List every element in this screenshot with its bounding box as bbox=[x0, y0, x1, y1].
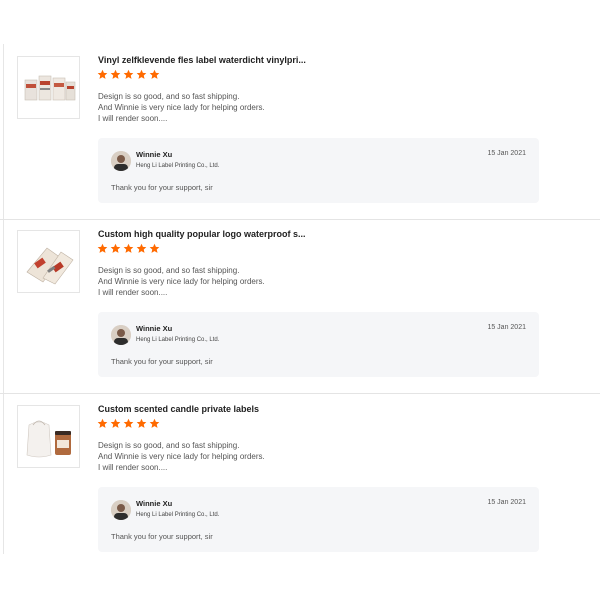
avatar bbox=[111, 325, 131, 345]
star-icon bbox=[97, 69, 108, 79]
seller-reply: Winnie Xu Heng Li Label Printing Co., Lt… bbox=[98, 312, 539, 377]
comment-line: Design is so good, and so fast shipping. bbox=[98, 92, 240, 101]
star-icon bbox=[136, 418, 147, 428]
label-rolls-image bbox=[24, 75, 75, 100]
reply-date: 15 Jan 2021 bbox=[487, 499, 526, 506]
product-thumbnail[interactable] bbox=[17, 56, 80, 119]
star-icon bbox=[110, 418, 121, 428]
star-icon bbox=[97, 243, 108, 253]
star-icon bbox=[97, 418, 108, 428]
seller-reply: Winnie Xu Heng Li Label Printing Co., Lt… bbox=[98, 487, 539, 552]
product-title[interactable]: Custom high quality popular logo waterpr… bbox=[98, 229, 478, 239]
comment-line: Design is so good, and so fast shipping. bbox=[98, 441, 240, 450]
star-icon bbox=[123, 243, 134, 253]
star-icon bbox=[149, 243, 160, 253]
star-rating bbox=[97, 243, 160, 255]
comment-line: Design is so good, and so fast shipping. bbox=[98, 266, 240, 275]
review-item: Custom high quality popular logo waterpr… bbox=[0, 218, 600, 394]
avatar bbox=[111, 151, 131, 171]
review-item: Custom scented candle private labels Des… bbox=[0, 393, 600, 568]
seller-company: Heng Li Label Printing Co., Ltd. bbox=[136, 337, 220, 343]
star-icon bbox=[110, 243, 121, 253]
person-avatar-icon bbox=[111, 325, 131, 345]
person-avatar-icon bbox=[111, 151, 131, 171]
comment-line: I will render soon.... bbox=[98, 463, 168, 472]
product-thumbnail[interactable] bbox=[17, 405, 80, 468]
star-icon bbox=[136, 69, 147, 79]
seller-company: Heng Li Label Printing Co., Ltd. bbox=[136, 512, 220, 518]
star-icon bbox=[136, 243, 147, 253]
star-icon bbox=[110, 69, 121, 79]
seller-name: Winnie Xu bbox=[136, 324, 173, 333]
comment-line: And Winnie is very nice lady for helping… bbox=[98, 277, 265, 286]
star-rating bbox=[97, 418, 160, 430]
review-comment: Design is so good, and so fast shipping.… bbox=[98, 265, 418, 298]
comment-line: And Winnie is very nice lady for helping… bbox=[98, 452, 265, 461]
star-icon bbox=[149, 418, 160, 428]
reply-text: Thank you for your support, sir bbox=[111, 183, 213, 192]
seller-name: Winnie Xu bbox=[136, 499, 173, 508]
comment-line: I will render soon.... bbox=[98, 114, 168, 123]
label-sheets-image bbox=[26, 247, 73, 284]
seller-reply: Winnie Xu Heng Li Label Printing Co., Lt… bbox=[98, 138, 539, 203]
reply-date: 15 Jan 2021 bbox=[487, 150, 526, 157]
comment-line: And Winnie is very nice lady for helping… bbox=[98, 103, 265, 112]
product-title[interactable]: Custom scented candle private labels bbox=[98, 404, 478, 414]
star-rating bbox=[97, 69, 160, 81]
review-comment: Design is so good, and so fast shipping.… bbox=[98, 440, 418, 473]
reply-text: Thank you for your support, sir bbox=[111, 532, 213, 541]
product-title[interactable]: Vinyl zelfklevende fles label waterdicht… bbox=[98, 55, 478, 65]
reply-text: Thank you for your support, sir bbox=[111, 357, 213, 366]
review-item: Vinyl zelfklevende fles label waterdicht… bbox=[0, 44, 600, 220]
reply-date: 15 Jan 2021 bbox=[487, 324, 526, 331]
star-icon bbox=[149, 69, 160, 79]
review-comment: Design is so good, and so fast shipping.… bbox=[98, 91, 418, 124]
star-icon bbox=[123, 69, 134, 79]
seller-company: Heng Li Label Printing Co., Ltd. bbox=[136, 163, 220, 169]
seller-name: Winnie Xu bbox=[136, 150, 173, 159]
comment-line: I will render soon.... bbox=[98, 288, 168, 297]
avatar bbox=[111, 500, 131, 520]
person-avatar-icon bbox=[111, 500, 131, 520]
candle-bag-image bbox=[26, 420, 71, 457]
star-icon bbox=[123, 418, 134, 428]
product-thumbnail[interactable] bbox=[17, 230, 80, 293]
